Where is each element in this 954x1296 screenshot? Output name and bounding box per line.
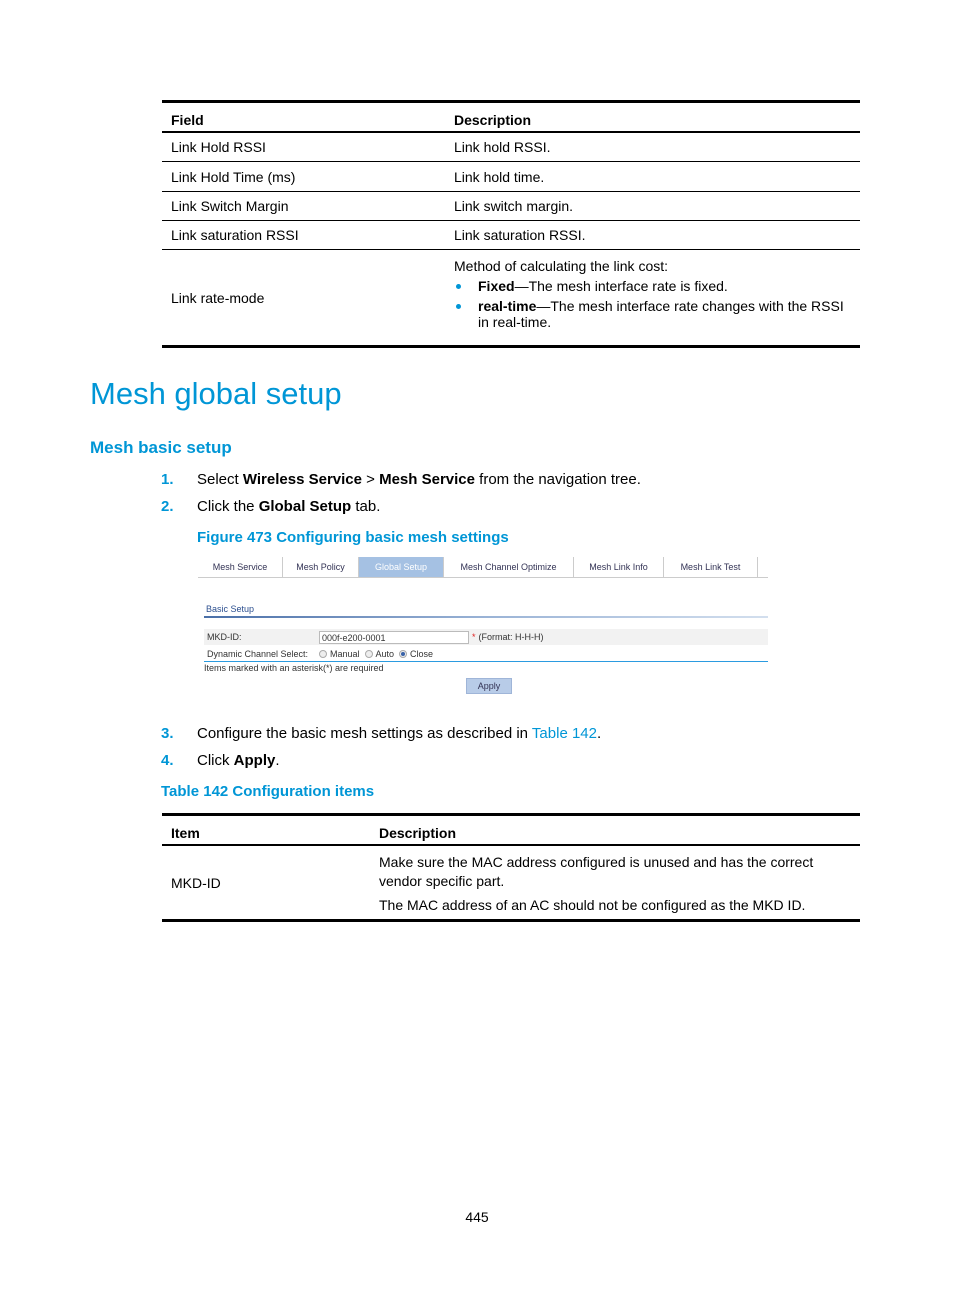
step-1: 1. Select Wireless Service > Mesh Servic… — [161, 471, 641, 488]
table-142-link[interactable]: Table 142 — [532, 725, 597, 742]
mkd-id-input[interactable]: 000f-e200-0001 — [319, 630, 469, 644]
description-cell: Link switch margin. — [454, 198, 574, 214]
field-cell: Link Switch Margin — [171, 198, 289, 214]
radio-checked-icon — [399, 650, 408, 658]
radio-manual[interactable]: Manual — [319, 649, 360, 659]
mkd-id-row: MKD-ID: 000f-e200-0001 * (Format: H-H-H) — [204, 629, 768, 645]
radio-auto[interactable]: Auto — [364, 649, 395, 659]
bullet-term: Fixed — [478, 278, 515, 294]
rate-mode-intro: Method of calculating the link cost: — [454, 258, 669, 274]
radio-label: Close — [410, 649, 434, 659]
global-setup-figure: Mesh Service Mesh Policy Global Setup Me… — [198, 557, 768, 699]
step-number: 2. — [161, 498, 174, 515]
table-header: Item Description — [162, 816, 860, 846]
table-row: Link Switch Margin Link switch margin. — [162, 192, 860, 221]
description-cell: Method of calculating the link cost: Fix… — [454, 250, 860, 345]
basic-setup-title: Basic Setup — [206, 604, 255, 614]
button-name: Apply — [233, 752, 276, 769]
step-3: 3. Configure the basic mesh settings as … — [161, 725, 601, 742]
description-cell: Make sure the MAC address configured is … — [379, 846, 860, 919]
radio-label: Auto — [375, 649, 395, 659]
tab-mesh-link-info[interactable]: Mesh Link Info — [574, 557, 664, 577]
radio-unchecked-icon — [319, 650, 327, 658]
description-cell: Link hold RSSI. — [454, 139, 551, 155]
item-cell: MKD-ID — [171, 874, 221, 891]
table-row: Link saturation RSSI Link saturation RSS… — [162, 221, 860, 250]
step-text: Click — [197, 752, 234, 769]
field-cell: Link Hold Time (ms) — [171, 168, 296, 185]
step-text: Select — [197, 471, 243, 488]
tab-mesh-service[interactable]: Mesh Service — [198, 557, 283, 577]
tab-mesh-policy[interactable]: Mesh Policy — [283, 557, 359, 577]
step-text: tab. — [351, 498, 381, 515]
field-cell: Link Hold RSSI — [171, 139, 266, 155]
description-paragraph: Make sure the MAC address configured is … — [379, 854, 814, 889]
table-header: Field Description — [162, 103, 860, 133]
tab-mesh-link-test[interactable]: Mesh Link Test — [664, 557, 758, 577]
required-asterisk: * — [472, 632, 476, 642]
field-cell: Link saturation RSSI — [171, 227, 299, 243]
mkd-id-label: MKD-ID: — [207, 632, 242, 642]
field-description-table: Field Description Link Hold RSSI Link ho… — [162, 100, 860, 348]
channel-select-label: Dynamic Channel Select: — [207, 649, 309, 659]
bullet-icon — [456, 304, 461, 309]
bullet-item: Fixed—The mesh interface rate is fixed. — [454, 278, 860, 294]
bullet-term: real-time — [478, 298, 537, 314]
figure-caption: Figure 473 Configuring basic mesh settin… — [197, 529, 509, 546]
bullet-text: —The mesh interface rate is fixed. — [514, 278, 728, 294]
step-text: from the navigation tree. — [474, 471, 641, 488]
step-2: 2. Click the Global Setup tab. — [161, 498, 380, 515]
step-4: 4. Click Apply. — [161, 752, 280, 769]
table-caption: Table 142 Configuration items — [161, 783, 375, 800]
format-hint: (Format: H-H-H) — [478, 632, 544, 642]
step-number: 1. — [161, 471, 174, 488]
header-item: Item — [171, 825, 200, 841]
bullet-icon — [456, 284, 461, 289]
radio-close[interactable]: Close — [399, 649, 433, 659]
section-divider — [204, 616, 768, 618]
apply-button[interactable]: Apply — [466, 678, 512, 694]
configuration-items-table: Item Description MKD-ID Make sure the MA… — [162, 813, 860, 922]
form-divider — [204, 661, 768, 662]
header-description: Description — [454, 112, 532, 128]
tab-name: Global Setup — [258, 498, 352, 515]
radio-unchecked-icon — [364, 650, 373, 658]
description-cell: Link hold time. — [454, 168, 545, 185]
menu-path-item: Wireless Service — [242, 471, 362, 488]
table-row: Link Hold Time (ms) Link hold time. — [162, 162, 860, 192]
description-cell: Link saturation RSSI. — [454, 227, 586, 243]
step-number: 4. — [161, 752, 174, 769]
channel-select-row: Dynamic Channel Select: Manual Auto Clos… — [204, 646, 768, 662]
header-field: Field — [171, 112, 204, 128]
header-description: Description — [379, 825, 457, 841]
step-text: Click the — [197, 498, 259, 515]
step-text: > — [361, 471, 380, 488]
table-row: Link Hold RSSI Link hold RSSI. — [162, 133, 860, 162]
radio-label: Manual — [330, 649, 360, 659]
tab-global-setup[interactable]: Global Setup — [359, 557, 444, 577]
tab-bar: Mesh Service Mesh Policy Global Setup Me… — [198, 557, 768, 578]
table-bottom-rule — [162, 345, 860, 348]
section-heading: Mesh global setup — [90, 376, 342, 411]
step-number: 3. — [161, 725, 174, 742]
bullet-item: real-time—The mesh interface rate change… — [454, 298, 860, 330]
subsection-heading: Mesh basic setup — [90, 438, 232, 457]
field-cell: Link rate-mode — [171, 289, 265, 306]
menu-path-item: Mesh Service — [379, 471, 475, 488]
step-text: Configure the basic mesh settings as des… — [197, 725, 532, 742]
tab-mesh-channel-optimize[interactable]: Mesh Channel Optimize — [444, 557, 574, 577]
table-row: Link rate-mode Method of calculating the… — [162, 250, 860, 345]
step-text: . — [596, 725, 602, 742]
description-paragraph: The MAC address of an AC should not be c… — [379, 897, 806, 913]
table-row: MKD-ID Make sure the MAC address configu… — [162, 846, 860, 919]
step-text: . — [275, 752, 280, 769]
page-number: 445 — [465, 1209, 489, 1225]
table-bottom-rule — [162, 919, 860, 922]
required-note: Items marked with an asterisk(*) are req… — [204, 663, 384, 673]
